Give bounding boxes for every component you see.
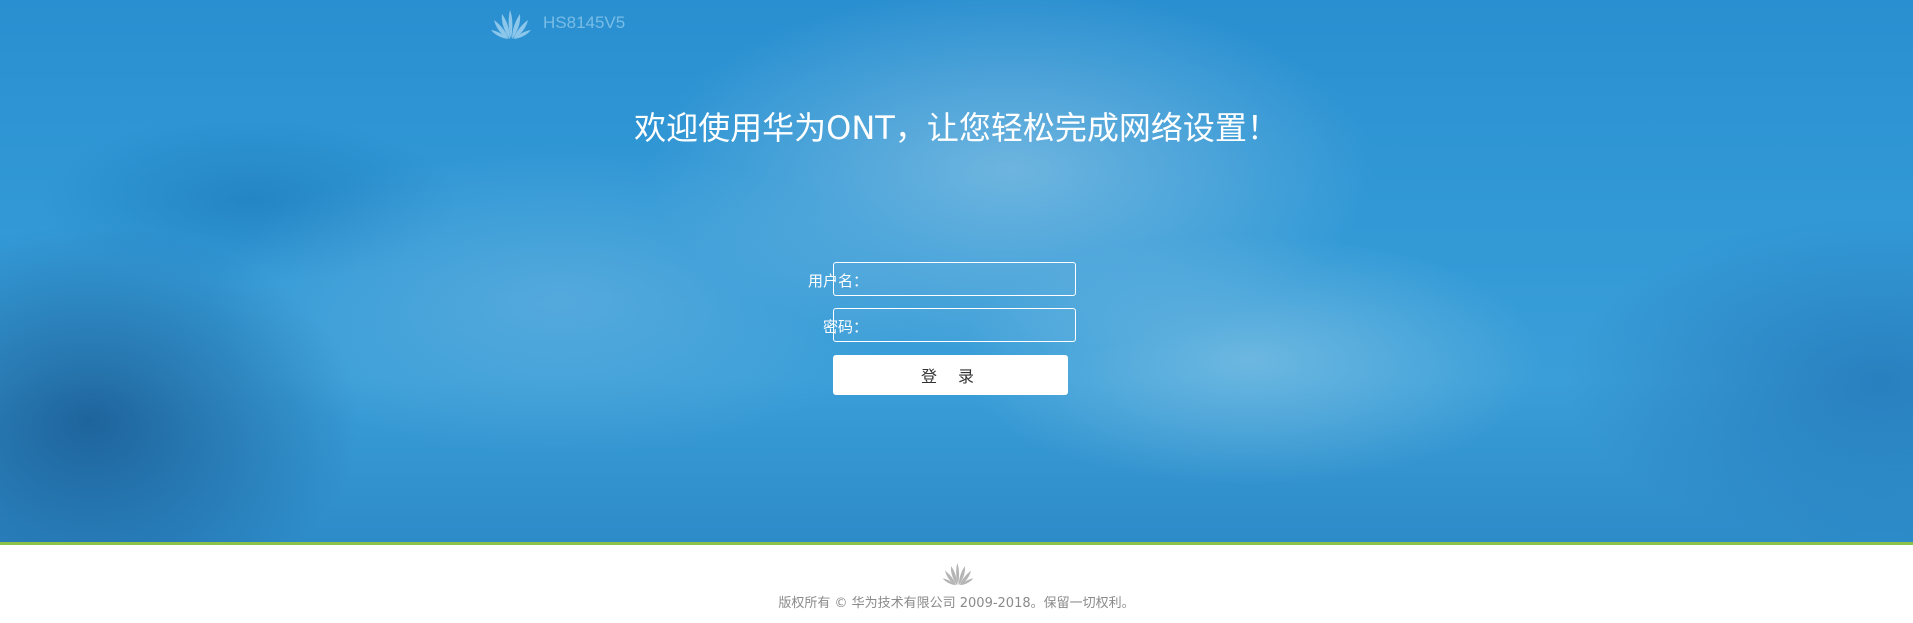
password-input[interactable] <box>833 308 1076 342</box>
username-row: 用户名： <box>700 262 1140 298</box>
huawei-logo-icon <box>489 6 533 40</box>
hero-divider <box>0 542 1913 545</box>
copyright-text: 版权所有 © 华为技术有限公司 2009-2018。保留一切权利。 <box>778 596 1135 611</box>
brand-header: HS8145V5 <box>489 6 625 40</box>
welcome-title: 欢迎使用华为ONT，让您轻松完成网络设置！ <box>634 109 1279 147</box>
footer-huawei-logo-icon <box>941 560 975 586</box>
device-model: HS8145V5 <box>543 13 626 32</box>
password-row: 密码： <box>700 308 1140 344</box>
login-button[interactable]: 登 录 <box>833 355 1068 395</box>
login-form: 用户名： 密码： <box>700 262 1140 354</box>
username-input[interactable] <box>833 262 1076 296</box>
